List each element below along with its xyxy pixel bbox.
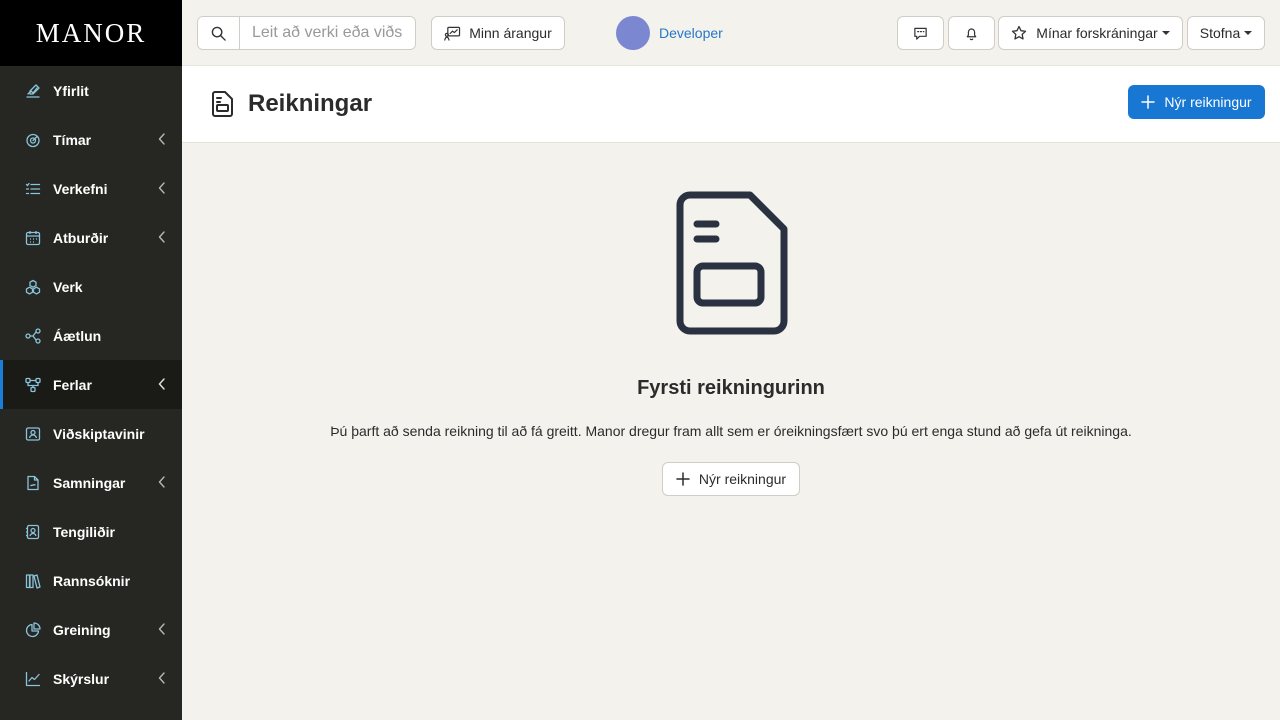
new-invoice-secondary-label: Nýr reikningur [698,471,787,487]
chevron-left-icon [158,133,165,145]
messages-button[interactable] [897,16,944,50]
sidebar-item-yfirlit[interactable]: Yfirlit [0,66,182,115]
user-name: Developer [659,25,723,41]
caret-down-icon [1161,31,1170,35]
search-button[interactable] [198,17,240,49]
sidebar-item-tengilidir[interactable]: Tengiliðir [0,507,182,556]
sidebar-item-label: Skýrslur [53,670,110,687]
bell-icon [966,27,977,40]
books-icon [25,573,41,589]
presentation-chart-icon [444,26,461,41]
sidebar: MANOR Yfirlit Tímar Verkefni Atburðir Ve… [0,0,182,720]
checklist-icon [25,181,41,197]
achievements-label: Minn árangur [469,25,552,41]
new-invoice-secondary-button[interactable]: Nýr reikningur [662,462,800,496]
sidebar-item-label: Áætlun [53,327,102,344]
workflow-icon [25,377,41,393]
sidebar-item-timar[interactable]: Tímar [0,115,182,164]
graph-nodes-icon [25,327,41,344]
create-dropdown[interactable]: Stofna [1187,16,1265,50]
sidebar-item-atburdir[interactable]: Atburðir [0,213,182,262]
contact-card-icon [25,524,41,540]
sidebar-item-label: Ferlar [53,376,92,393]
sidebar-item-verk[interactable]: Verk [0,262,182,311]
empty-state: Fyrsti reikningurinn Þú þarft að senda r… [182,143,1280,720]
pie-chart-icon [25,621,41,638]
sidebar-item-label: Tengiliðir [53,523,115,540]
empty-state-description: Þú þarft að senda reikning til að fá gre… [330,423,1132,439]
sidebar-item-verkefni[interactable]: Verkefni [0,164,182,213]
plus-icon [1141,95,1156,109]
sidebar-item-label: Greining [53,621,111,638]
chevron-left-icon [158,476,165,488]
line-chart-icon [25,671,41,687]
invoice-icon [676,191,788,335]
sidebar-item-rannsoknir[interactable]: Rannsóknir [0,556,182,605]
favorites-dropdown[interactable]: Mínar forskráningar [998,16,1183,50]
star-icon [1012,25,1027,40]
sidebar-item-label: Verk [53,278,83,295]
chart-pen-icon [25,83,41,99]
favorites-label: Mínar forskráningar [1036,25,1158,41]
sidebar-item-label: Tímar [53,131,92,148]
notifications-button[interactable] [948,16,995,50]
invoice-icon [212,91,233,117]
sidebar-nav: Yfirlit Tímar Verkefni Atburðir Verk Áæt… [0,66,182,703]
user-menu[interactable]: Developer [616,16,723,50]
timer-icon [25,132,41,148]
new-invoice-label: Nýr reikningur [1164,94,1252,110]
sidebar-item-label: Samningar [53,474,126,491]
sidebar-item-label: Viðskiptavinir [53,425,145,442]
avatar [616,16,650,50]
sidebar-item-label: Atburðir [53,229,109,246]
calendar-icon [25,230,41,246]
sidebar-item-samningar[interactable]: Samningar [0,458,182,507]
chevron-left-icon [158,378,165,390]
empty-state-title: Fyrsti reikningurinn [637,377,825,399]
chevron-left-icon [158,672,165,684]
chat-icon [914,27,927,40]
page-title: Reikningar [248,90,373,117]
search-input[interactable] [240,17,415,49]
contract-icon [25,475,41,491]
create-label: Stofna [1199,25,1241,41]
sidebar-item-vidskiptavinir[interactable]: Viðskiptavinir [0,409,182,458]
caret-down-icon [1244,31,1253,35]
plus-icon [676,472,690,486]
topbar: Minn árangur Developer Mínar forskráning… [182,0,1280,66]
chevron-left-icon [158,182,165,194]
logo[interactable]: MANOR [0,0,182,66]
sidebar-item-label: Yfirlit [53,82,89,99]
page-header: Reikningar Nýr reikningur [182,66,1280,143]
sidebar-item-label: Rannsóknir [53,572,131,589]
achievements-button[interactable]: Minn árangur [431,16,565,50]
sidebar-item-aaetlun[interactable]: Áætlun [0,311,182,360]
search-box [197,16,416,50]
cubes-icon [25,279,41,295]
chevron-left-icon [158,623,165,635]
sidebar-item-skyrslur[interactable]: Skýrslur [0,654,182,703]
sidebar-item-ferlar[interactable]: Ferlar [0,360,182,409]
sidebar-item-greining[interactable]: Greining [0,605,182,654]
customers-icon [25,426,41,442]
new-invoice-button[interactable]: Nýr reikningur [1128,85,1265,119]
logo-text: MANOR [35,17,147,48]
chevron-left-icon [158,231,165,243]
search-icon [211,26,226,41]
sidebar-item-label: Verkefni [53,180,108,197]
